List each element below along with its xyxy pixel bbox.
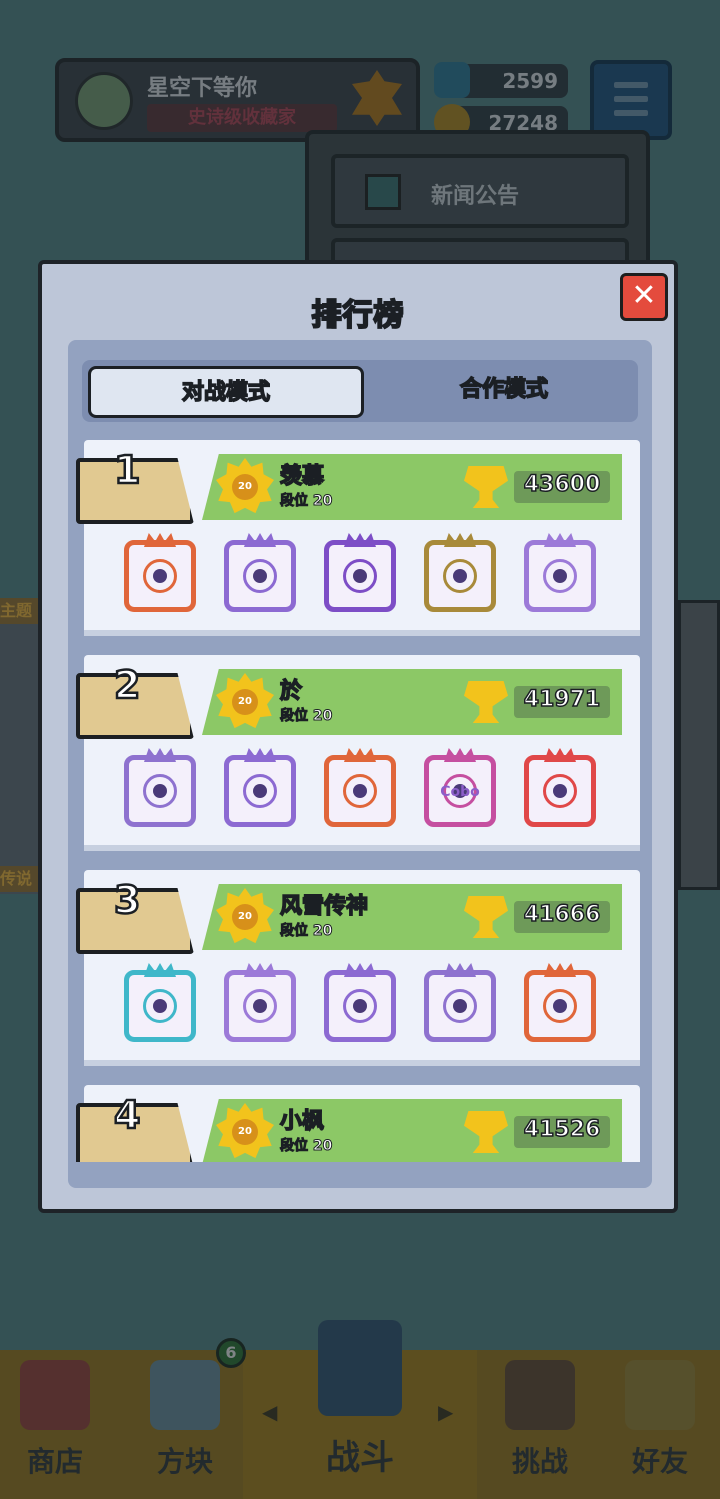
player-score: 41666 <box>523 901 601 928</box>
dice-label: Cobo <box>440 784 480 800</box>
dragon-horns <box>544 748 576 762</box>
tab-battle-mode[interactable]: 对战模式 <box>88 366 364 418</box>
purple-ring-dice-icon[interactable] <box>224 533 296 612</box>
dice-pip <box>553 999 567 1013</box>
dice-pip <box>353 784 367 798</box>
medal-level: 20 <box>232 1119 258 1145</box>
player-score: 41971 <box>523 686 601 713</box>
leaderboard-list[interactable]: 1 20 羡慕 段位 20 43600 2 20 於 段位 20 41971 C… <box>72 440 648 1162</box>
dice-deck <box>124 533 614 620</box>
rainbow-infinity-dice-icon[interactable] <box>124 533 196 612</box>
player-tier: 段位 20 <box>279 1138 333 1155</box>
leaderboard-modal: 排行榜 ✕ 对战模式 合作模式 1 20 羡慕 段位 20 43600 2 20… <box>38 260 678 1213</box>
leaderboard-entry[interactable]: 3 20 风雪传神 段位 20 41666 <box>76 870 640 1066</box>
player-name: 小枫 <box>279 1108 325 1135</box>
dice-deck: Cobo <box>124 748 614 835</box>
leaderboard-entry[interactable]: 1 20 羡慕 段位 20 43600 <box>76 440 640 636</box>
dice-pip <box>153 999 167 1013</box>
dragon-horns <box>444 533 476 547</box>
medal-level: 20 <box>232 904 258 930</box>
dragon-horns <box>544 963 576 977</box>
rank-number: 4 <box>113 1092 142 1139</box>
leaderboard-entry[interactable]: 2 20 於 段位 20 41971 Cobo <box>76 655 640 851</box>
dice-pip <box>253 999 267 1013</box>
player-name: 风雪传神 <box>279 893 369 920</box>
leaderboard-content: 对战模式 合作模式 1 20 羡慕 段位 20 43600 2 20 於 段位 … <box>68 340 652 1188</box>
dice-pip <box>553 569 567 583</box>
dragon-horns <box>344 963 376 977</box>
rank-number: 2 <box>113 662 142 709</box>
dragon-horns <box>244 533 276 547</box>
lightning-dice-icon[interactable] <box>124 748 196 827</box>
leaderboard-entry[interactable]: 4 20 小枫 段位 20 41526 <box>76 1085 640 1162</box>
gold-shield-dice-icon[interactable] <box>424 533 496 612</box>
rainbow-dice-icon[interactable] <box>524 748 596 827</box>
purple-gear-dice-icon[interactable] <box>224 963 296 1042</box>
player-score: 41526 <box>523 1116 601 1143</box>
purple-atom-dice-icon[interactable] <box>324 533 396 612</box>
purple-ring-dice-icon[interactable] <box>324 963 396 1042</box>
combo-dice-icon[interactable]: Cobo <box>424 748 496 827</box>
dice-pip <box>153 784 167 798</box>
dice-pip <box>353 569 367 583</box>
purple-gear-dice-icon[interactable] <box>524 533 596 612</box>
dragon-horns <box>144 533 176 547</box>
dice-pip <box>453 999 467 1013</box>
player-tier: 段位 20 <box>279 493 333 510</box>
dice-pip <box>353 999 367 1013</box>
purple-ring-dice-icon[interactable] <box>224 748 296 827</box>
ice-dragon-dice-icon[interactable] <box>124 963 196 1042</box>
dragon-horns <box>244 963 276 977</box>
dice-pip <box>253 569 267 583</box>
dragon-horns <box>144 748 176 762</box>
dragon-horns <box>344 748 376 762</box>
dragon-horns <box>344 533 376 547</box>
dragon-horns <box>444 748 476 762</box>
tab-coop-mode[interactable]: 合作模式 <box>366 366 642 418</box>
dice-deck <box>124 963 614 1050</box>
medal-level: 20 <box>232 474 258 500</box>
dice-pip <box>153 569 167 583</box>
player-tier: 段位 20 <box>279 708 333 725</box>
rank-number: 1 <box>113 447 142 494</box>
medal-level: 20 <box>232 689 258 715</box>
dragon-horns <box>444 963 476 977</box>
player-score: 43600 <box>523 471 601 498</box>
player-name: 於 <box>279 678 303 705</box>
rainbow-infinity-dice-icon[interactable] <box>524 963 596 1042</box>
dragon-horns <box>544 533 576 547</box>
player-tier: 段位 20 <box>279 923 333 940</box>
modal-title: 排行榜 <box>311 297 405 334</box>
rank-number: 3 <box>113 877 142 924</box>
dice-pip <box>453 569 467 583</box>
player-name: 羡慕 <box>279 463 325 490</box>
dragon-horns <box>144 963 176 977</box>
dragon-horns <box>244 748 276 762</box>
mode-tabs: 对战模式 合作模式 <box>82 360 638 422</box>
rainbow-infinity-dice-icon[interactable] <box>324 748 396 827</box>
dice-pip <box>253 784 267 798</box>
lightning-dice-icon[interactable] <box>424 963 496 1042</box>
dice-pip <box>553 784 567 798</box>
close-button[interactable]: ✕ <box>620 273 668 321</box>
